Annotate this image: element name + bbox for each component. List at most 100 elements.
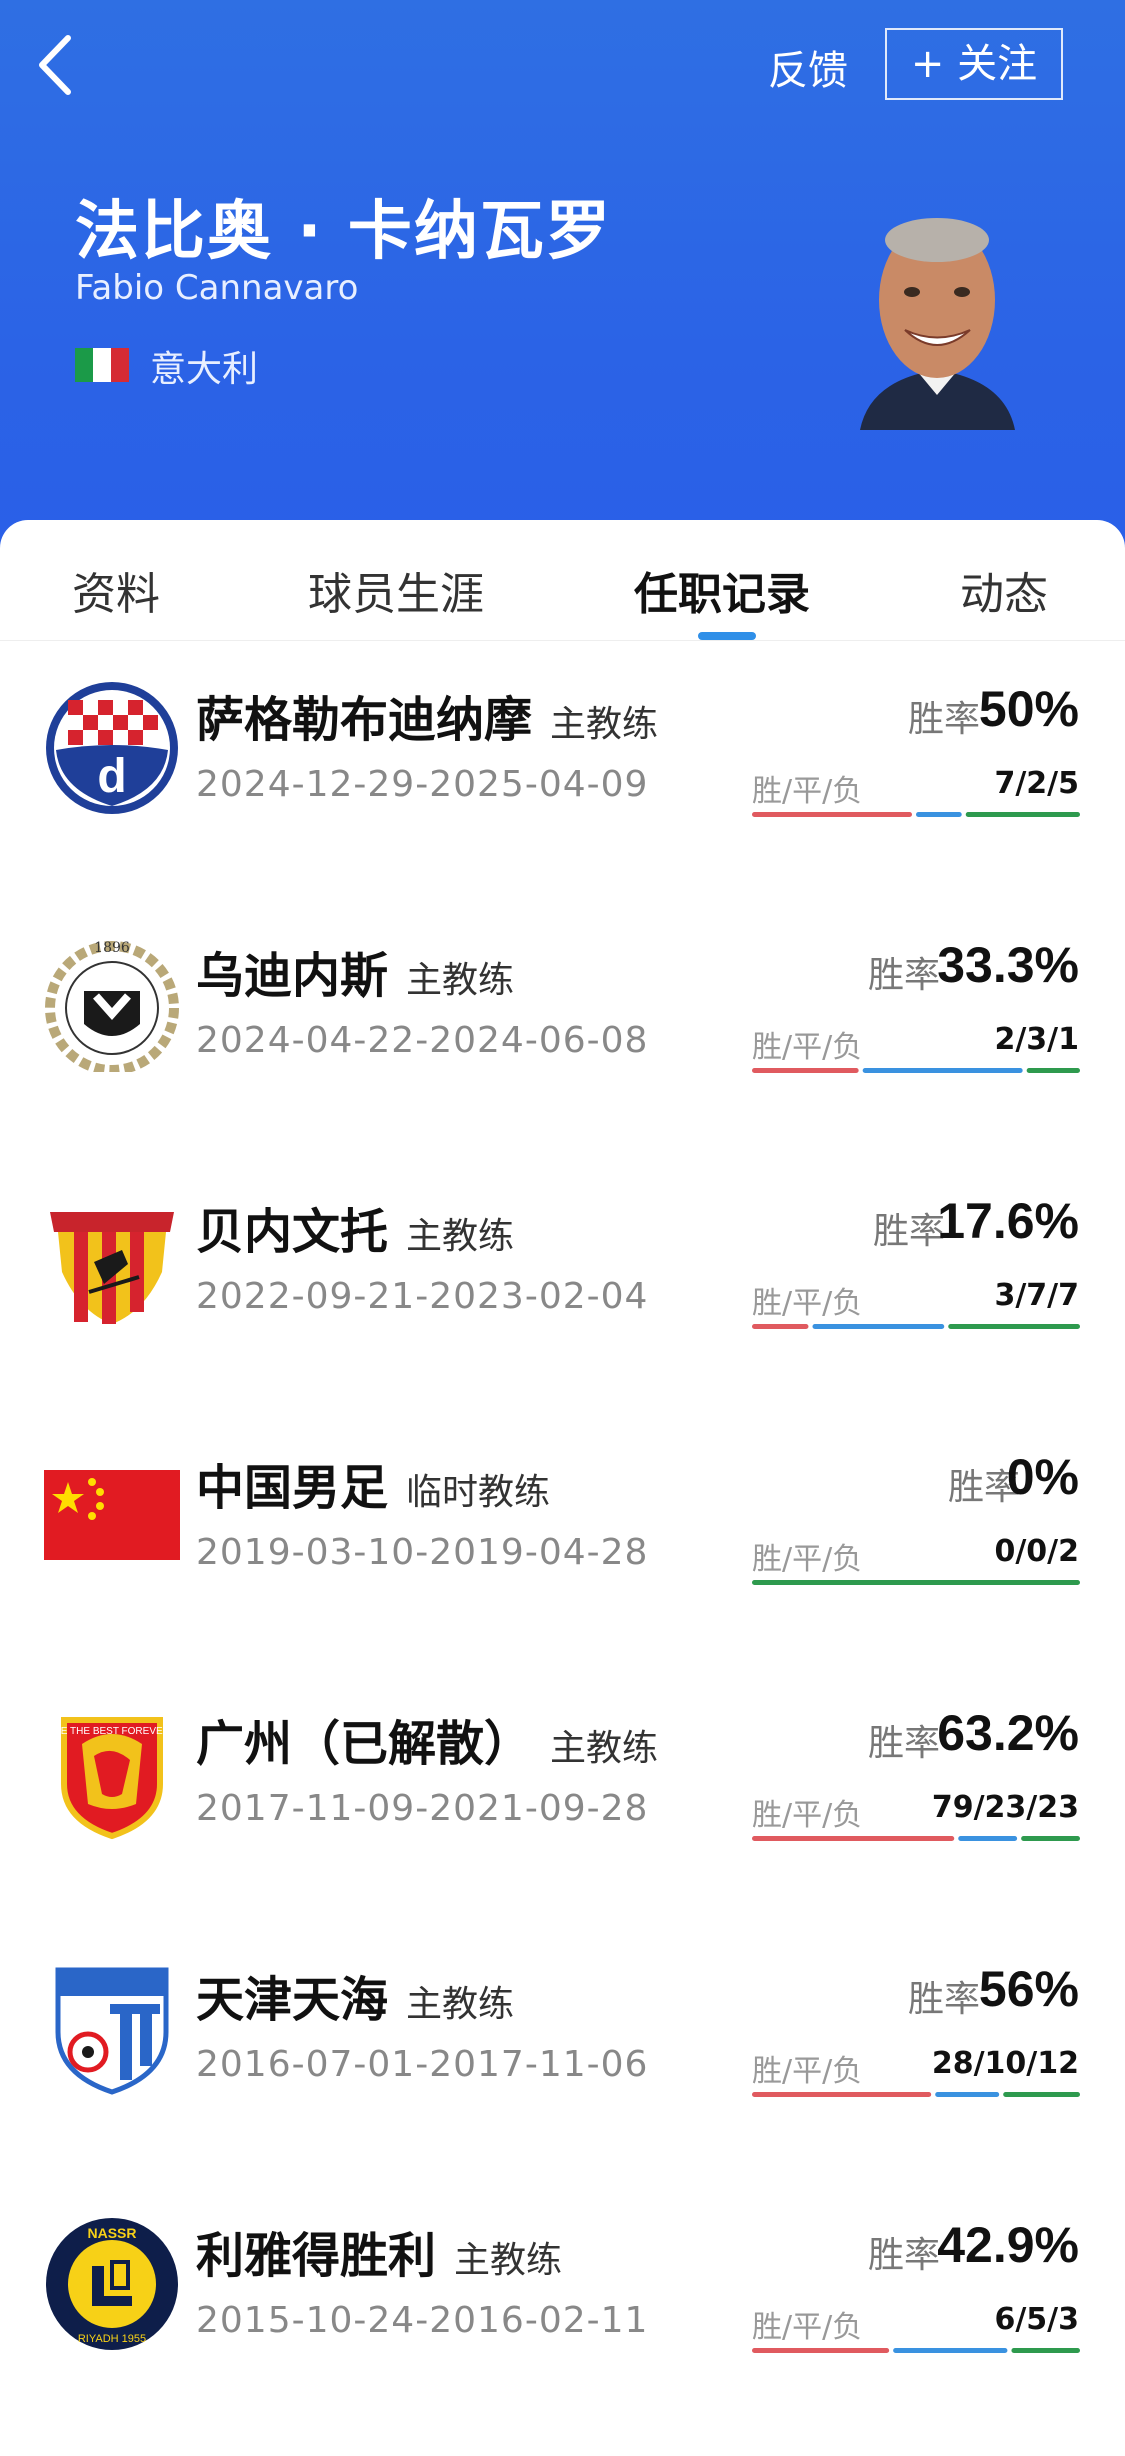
tab-profile[interactable]: 资料: [72, 558, 160, 622]
avatar: [860, 218, 1015, 430]
follow-button[interactable]: + 关注: [885, 28, 1063, 100]
loss-segment: [1003, 2092, 1080, 2097]
profile-header: 反馈 + 关注 法比奥 · 卡纳瓦罗 Fabio Cannavaro 意大利: [0, 0, 1125, 580]
wdl-value: 3/7/7: [994, 1278, 1079, 1313]
coaching-record-item[interactable]: 贝内文托 主教练 2022-09-21-2023-02-04 胜率 17.6% 胜…: [0, 1152, 1125, 1408]
win-rate-value: 17.6%: [937, 1193, 1079, 1249]
loss-segment: [1026, 1068, 1080, 1073]
role-label: 主教练: [454, 2240, 563, 2281]
club-name: 萨格勒布迪纳摩 主教练: [196, 692, 659, 748]
chevron-left-icon: [39, 35, 71, 95]
svg-text:RIYADH 1955: RIYADH 1955: [78, 2333, 146, 2345]
win-segment: [752, 1068, 859, 1073]
draw-segment: [935, 2092, 1000, 2097]
win-rate-value: 42.9%: [937, 2217, 1079, 2273]
wdl-value: 6/5/3: [994, 2302, 1079, 2337]
coach-name-chinese: 法比奥 · 卡纳瓦罗: [75, 195, 612, 269]
back-button[interactable]: [30, 30, 90, 100]
role-label: 临时教练: [406, 1472, 551, 1513]
wdl-label: 胜/平/负: [752, 1542, 863, 1577]
win-rate-label: 胜率: [872, 1211, 945, 1252]
role-label: 主教练: [550, 1728, 659, 1769]
win-rate-label: 胜率: [867, 2235, 940, 2276]
wdl-bar: [752, 2348, 1080, 2353]
tenure-dates: 2016-07-01-2017-11-06: [196, 2044, 649, 2085]
draw-segment: [958, 1836, 1018, 1841]
coaching-record-item[interactable]: 1896 乌迪内斯 主教练 2024-04-22-2024-06-08 胜率 33…: [0, 896, 1125, 1152]
wdl-bar: [752, 1836, 1080, 1841]
coaching-record-item[interactable]: NASSR RIYADH 1955 利雅得胜利 主教练 2015-10-24-20…: [0, 2176, 1125, 2432]
win-rate-value: 50%: [978, 681, 1079, 737]
wdl-label: 胜/平/负: [752, 1286, 863, 1321]
tab-news[interactable]: 动态: [960, 558, 1048, 622]
wdl-value: 2/3/1: [994, 1022, 1079, 1057]
club-name: 利雅得胜利 主教练: [196, 2228, 563, 2284]
wdl-bar: [752, 1324, 1080, 1329]
wdl-label: 胜/平/负: [752, 774, 863, 809]
wdl-value: 7/2/5: [994, 766, 1079, 801]
svg-text:d: d: [97, 750, 126, 803]
wdl-label: 胜/平/负: [752, 2310, 863, 2345]
draw-segment: [862, 1068, 1023, 1073]
win-rate-label: 胜率: [867, 1723, 940, 1764]
svg-text:NASSR: NASSR: [87, 2225, 136, 2241]
coach-name-english: Fabio Cannavaro: [75, 268, 359, 308]
coaching-record-item[interactable]: 天津天海 主教练 2016-07-01-2017-11-06 胜率 56% 胜/平…: [0, 1920, 1125, 2176]
wdl-value: 0/0/2: [994, 1534, 1079, 1569]
win-rate-label: 胜率: [867, 955, 940, 996]
tab-coaching-record[interactable]: 任职记录: [634, 558, 810, 622]
win-rate-value: 63.2%: [937, 1705, 1079, 1761]
wdl-bar: [752, 1068, 1080, 1073]
wdl-value: 28/10/12: [931, 2046, 1079, 2081]
coaching-record-item[interactable]: 中国男足 临时教练 2019-03-10-2019-04-28 胜率 0% 胜/平…: [0, 1408, 1125, 1664]
wdl-label: 胜/平/负: [752, 1030, 863, 1065]
tenure-dates: 2015-10-24-2016-02-11: [196, 2300, 649, 2341]
draw-segment: [812, 1324, 945, 1329]
win-rate-value: 56%: [978, 1961, 1079, 2017]
loss-segment: [965, 812, 1080, 817]
win-segment: [752, 1324, 809, 1329]
tianjin-tianhai-logo-icon: [55, 1967, 169, 2095]
win-rate-label: 胜率: [907, 1979, 980, 2020]
win-rate-label: 胜率: [907, 699, 980, 740]
coaching-record-item[interactable]: BE THE BEST FOREVER 广州（已解散） 主教练 2017-11-0…: [0, 1664, 1125, 1920]
feedback-button[interactable]: 反馈: [768, 38, 848, 96]
tenure-dates: 2019-03-10-2019-04-28: [196, 1532, 649, 1573]
tab-player-career[interactable]: 球员生涯: [308, 558, 484, 622]
club-name: 乌迪内斯 主教练: [196, 948, 515, 1004]
loss-segment: [1021, 1836, 1080, 1841]
coaching-record-item[interactable]: d 萨格勒布迪纳摩 主教练 2024-12-29-2025-04-09 胜率 50…: [0, 640, 1125, 896]
win-segment: [752, 2092, 932, 2097]
dinamo-zagreb-logo-icon: d: [46, 682, 178, 814]
win-rate-value: 33.3%: [937, 937, 1079, 993]
club-name: 天津天海 主教练: [196, 1972, 515, 2028]
wdl-bar: [752, 2092, 1080, 2097]
wdl-label: 胜/平/负: [752, 1798, 863, 1833]
role-label: 主教练: [406, 1216, 515, 1257]
role-label: 主教练: [406, 960, 515, 1001]
win-segment: [752, 812, 912, 817]
tab-bar: 资料 球员生涯 任职记录 动态: [0, 520, 1125, 640]
wdl-value: 79/23/23: [931, 1790, 1079, 1825]
win-segment: [752, 1836, 955, 1841]
club-name: 贝内文托 主教练: [196, 1204, 515, 1260]
win-rate-value: 0%: [1006, 1449, 1079, 1505]
wdl-label: 胜/平/负: [752, 2054, 863, 2089]
benevento-logo-icon: [50, 1212, 174, 1324]
club-name: 广州（已解散） 主教练: [196, 1716, 659, 1772]
tenure-dates: 2022-09-21-2023-02-04: [196, 1276, 649, 1317]
svg-text:1896: 1896: [94, 940, 130, 956]
club-name: 中国男足 临时教练: [196, 1460, 551, 1516]
china-flag-icon: [44, 1470, 180, 1560]
draw-segment: [893, 2348, 1008, 2353]
role-label: 主教练: [406, 1984, 515, 2025]
tenure-dates: 2024-04-22-2024-06-08: [196, 1020, 649, 1061]
active-tab-indicator: [698, 632, 756, 640]
wdl-bar: [752, 1580, 1080, 1585]
al-nassr-logo-icon: NASSR RIYADH 1955: [46, 2218, 178, 2350]
loss-segment: [752, 1580, 1080, 1585]
nationality-label: 意大利: [150, 349, 259, 390]
loss-segment: [948, 1324, 1080, 1329]
italy-flag-icon: [75, 348, 129, 382]
tenure-dates: 2017-11-09-2021-09-28: [196, 1788, 649, 1829]
